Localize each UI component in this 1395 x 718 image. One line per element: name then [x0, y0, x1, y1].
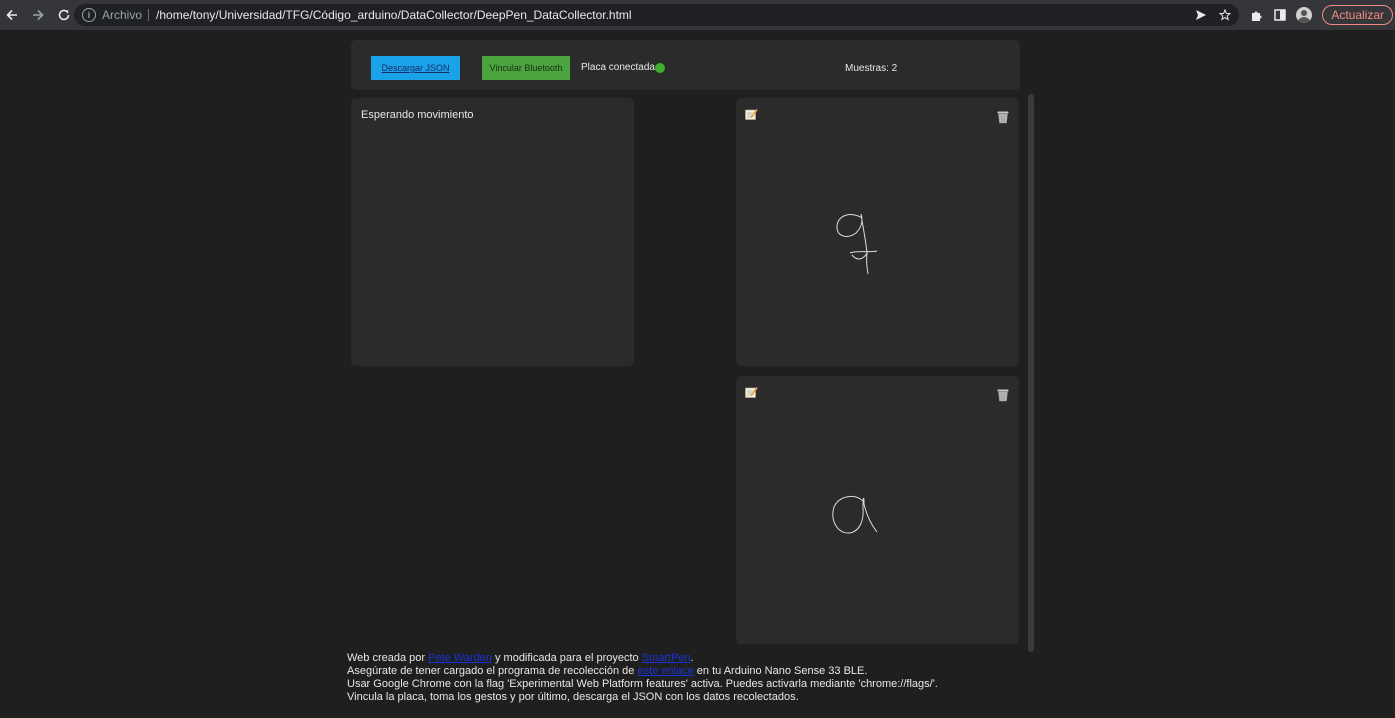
- sample-card: [736, 98, 1019, 366]
- forward-arrow-icon[interactable]: [26, 3, 50, 27]
- gesture-drawing: [836, 213, 878, 275]
- footer-line-credits: Web creada por Pete Warden y modificada …: [347, 652, 938, 665]
- share-icon[interactable]: [1195, 9, 1207, 21]
- reload-icon[interactable]: [52, 3, 76, 27]
- address-bar[interactable]: i Archivo /home/tony/Universidad/TFG/Cód…: [74, 4, 1239, 26]
- download-json-button[interactable]: Descargar JSON: [371, 56, 460, 80]
- info-icon[interactable]: i: [82, 8, 96, 22]
- back-arrow-icon[interactable]: [0, 3, 24, 27]
- samples-count: Muestras: 2: [845, 63, 898, 74]
- update-button[interactable]: Actualizar: [1322, 5, 1393, 25]
- connection-status-indicator: [655, 63, 665, 73]
- scrollbar[interactable]: [1028, 94, 1034, 652]
- profile-avatar-icon[interactable]: [1296, 7, 1313, 23]
- program-link[interactable]: este enlace: [637, 665, 693, 677]
- pete-warden-link[interactable]: Pete Warden: [428, 652, 492, 664]
- smartpen-link[interactable]: SmartPen: [642, 652, 691, 664]
- live-capture-panel: Esperando movimiento: [351, 98, 634, 366]
- footer-line-program: Asegúrate de tener cargado el programa d…: [347, 665, 938, 678]
- footer-text: .: [690, 652, 694, 664]
- omnibox-actions: [1195, 4, 1231, 26]
- address-separator: [148, 9, 150, 21]
- browser-right-tools: Actualizar: [1244, 0, 1395, 30]
- scheme-label: Archivo: [102, 8, 143, 22]
- footer-text: en tu Arduino Nano Sense 33 BLE.: [693, 665, 868, 677]
- gesture-drawing: [832, 495, 878, 534]
- extensions-icon[interactable]: [1244, 3, 1268, 27]
- bluetooth-link-button[interactable]: Vincular Bluetooth: [482, 56, 570, 80]
- url-text[interactable]: /home/tony/Universidad/TFG/Código_arduin…: [156, 8, 632, 22]
- footer-text: y modificada para el proyecto: [491, 652, 642, 664]
- control-panel: Descargar JSON Vincular Bluetooth Placa …: [351, 40, 1020, 90]
- footer-line-instructions: Vincula la placa, toma los gestos y por …: [347, 691, 799, 703]
- sample-card: [736, 376, 1019, 644]
- footer-text: Web creada por: [347, 652, 429, 664]
- side-panel-icon[interactable]: [1268, 3, 1292, 27]
- footer-text: Asegúrate de tener cargado el programa d…: [347, 665, 638, 677]
- page-content: Descargar JSON Vincular Bluetooth Placa …: [0, 30, 1395, 718]
- footer-line-chrome: Usar Google Chrome con la flag 'Experime…: [347, 678, 938, 690]
- live-status-label: Esperando movimiento: [361, 109, 474, 121]
- footer-info: Web creada por Pete Warden y modificada …: [347, 652, 938, 704]
- star-icon[interactable]: [1219, 9, 1231, 21]
- connection-status-label: Placa conectada: [581, 62, 655, 73]
- browser-toolbar: i Archivo /home/tony/Universidad/TFG/Cód…: [0, 0, 1395, 30]
